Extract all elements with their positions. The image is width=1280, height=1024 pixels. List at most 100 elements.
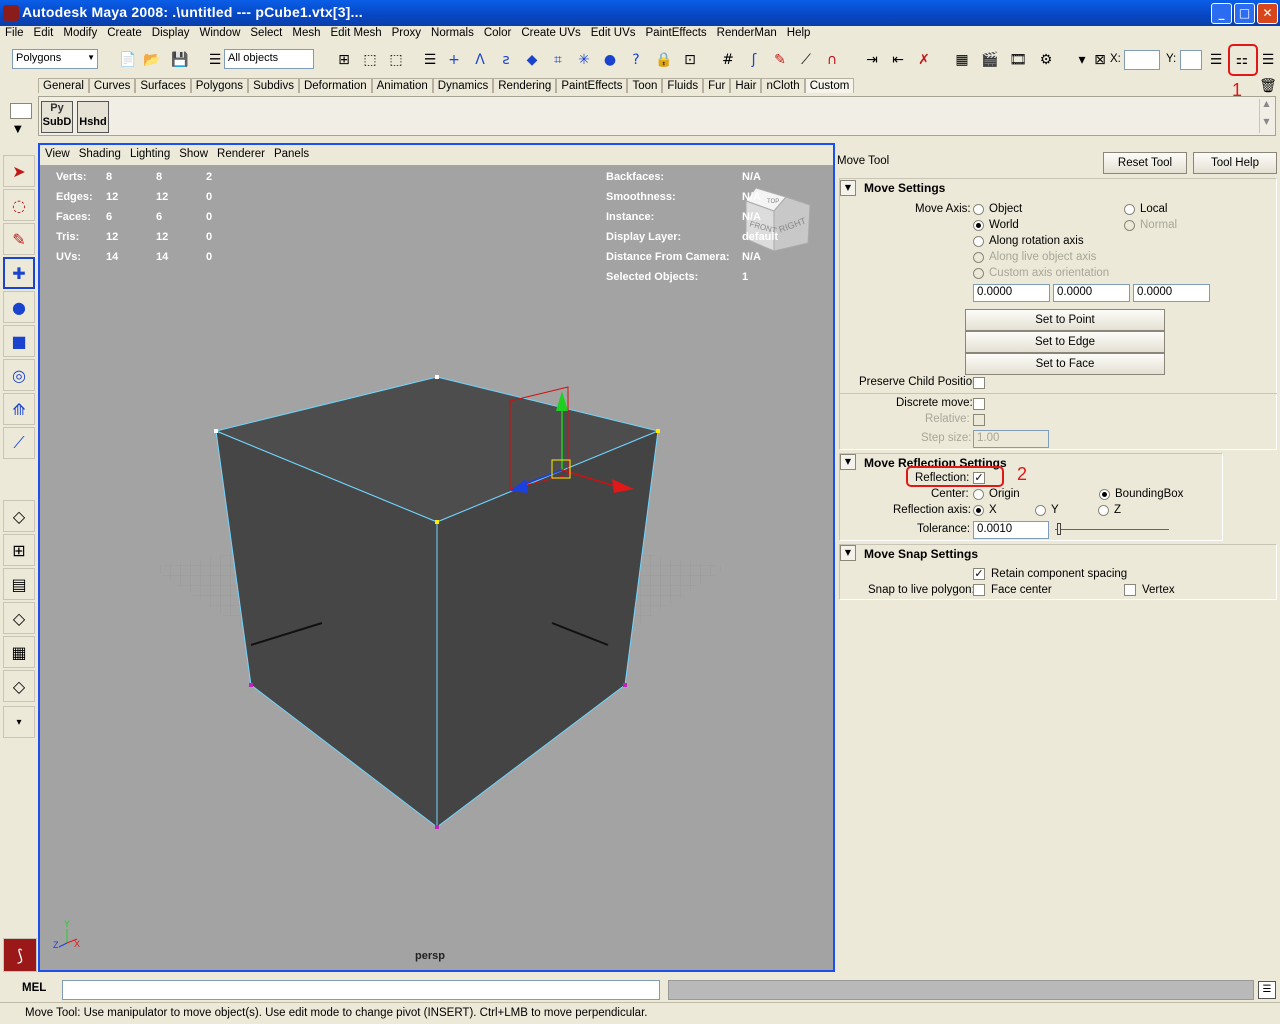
render-mask-icon[interactable]: ● bbox=[600, 50, 620, 70]
discrete-move-checkbox[interactable] bbox=[973, 398, 985, 410]
hypershade-layout-icon[interactable]: ▦ bbox=[3, 636, 35, 668]
soft-modification-icon[interactable]: ⟰ bbox=[3, 393, 35, 425]
show-manipulator-icon[interactable]: ⟋ bbox=[3, 427, 35, 459]
radio-axis-z[interactable] bbox=[1098, 505, 1109, 516]
construction-history-icon[interactable]: ✗ bbox=[914, 50, 934, 70]
perspective-viewport[interactable]: View Shading Lighting Show Renderer Panels bbox=[38, 143, 835, 972]
save-scene-icon[interactable]: 💾 bbox=[170, 50, 190, 70]
shelf-options-icon[interactable] bbox=[10, 103, 32, 119]
x-input[interactable] bbox=[1124, 50, 1160, 70]
lasso-tool-icon[interactable]: ◌ bbox=[3, 189, 35, 221]
dynamics-mask-icon[interactable]: ✳ bbox=[574, 50, 594, 70]
set-to-face-button[interactable]: Set to Face bbox=[965, 353, 1165, 375]
command-input[interactable] bbox=[62, 980, 660, 1000]
menu-edit-uvs[interactable]: Edit UVs bbox=[586, 26, 641, 39]
radio-axis-x[interactable] bbox=[973, 505, 984, 516]
radio-custom-axis-orientation[interactable] bbox=[973, 268, 984, 279]
radio-world[interactable] bbox=[973, 220, 984, 231]
menu-create[interactable]: Create bbox=[102, 26, 147, 39]
menu-modify[interactable]: Modify bbox=[58, 26, 102, 39]
snap-grid-icon[interactable]: # bbox=[718, 50, 738, 70]
new-scene-icon[interactable]: 📄 bbox=[118, 50, 138, 70]
shelf-tab-deformation[interactable]: Deformation bbox=[298, 78, 372, 93]
shelf-tab-polygons[interactable]: Polygons bbox=[190, 78, 249, 93]
shelf-tab-animation[interactable]: Animation bbox=[371, 78, 433, 93]
select-object-icon[interactable]: ⬚ bbox=[360, 50, 380, 70]
preserve-child-checkbox[interactable] bbox=[973, 377, 985, 389]
move-tool-icon[interactable]: ✚ bbox=[3, 257, 35, 289]
snap-curve-icon[interactable]: ʃ bbox=[744, 50, 764, 70]
radio-axis-y[interactable] bbox=[1035, 505, 1046, 516]
shelf-tab-general[interactable]: General bbox=[38, 78, 89, 93]
layout-menu-icon[interactable]: ▾ bbox=[3, 706, 35, 738]
input-ops-icon[interactable]: ⇥ bbox=[862, 50, 882, 70]
channel-box-icon[interactable]: ☰ bbox=[1258, 50, 1278, 70]
collapse-triangle-icon[interactable]: ▼ bbox=[840, 545, 856, 561]
shelf-button-subd[interactable]: Py SubD bbox=[41, 101, 73, 133]
shelf-tab-custom[interactable]: Custom bbox=[804, 78, 855, 93]
shelf-tab-subdivs[interactable]: Subdivs bbox=[248, 78, 299, 93]
universal-manipulator-icon[interactable]: ◎ bbox=[3, 359, 35, 391]
menu-edit-mesh[interactable]: Edit Mesh bbox=[325, 26, 386, 39]
paint-select-tool-icon[interactable]: ✎ bbox=[3, 223, 35, 255]
axis-value-y-input[interactable]: 0.0000 bbox=[1053, 284, 1130, 302]
trash-icon[interactable]: 🗑 bbox=[1258, 76, 1278, 96]
curve-mask-icon[interactable]: ƨ bbox=[496, 50, 516, 70]
input-field-mode-icon[interactable]: ▾ bbox=[1072, 50, 1092, 70]
menu-window[interactable]: Window bbox=[194, 26, 245, 39]
vertex-mask-icon[interactable]: + bbox=[444, 50, 464, 70]
vertex-handle[interactable] bbox=[249, 683, 253, 687]
collapse-triangle-icon[interactable]: ▼ bbox=[840, 454, 856, 470]
menu-edit[interactable]: Edit bbox=[29, 26, 59, 39]
axis-value-z-input[interactable]: 0.0000 bbox=[1133, 284, 1210, 302]
set-to-edge-button[interactable]: Set to Edge bbox=[965, 331, 1165, 353]
menu-proxy[interactable]: Proxy bbox=[387, 26, 426, 39]
relative-checkbox[interactable] bbox=[973, 414, 985, 426]
selection-mode-icon[interactable]: ☰ bbox=[205, 50, 225, 70]
misc-mask-icon[interactable]: ? bbox=[626, 50, 646, 70]
y-input[interactable] bbox=[1180, 50, 1202, 70]
shelf-tab-fur[interactable]: Fur bbox=[703, 78, 731, 93]
select-tool-icon[interactable]: ➤ bbox=[3, 155, 35, 187]
menu-select[interactable]: Select bbox=[245, 26, 287, 39]
ipr-render-icon[interactable]: 🎞 bbox=[1008, 50, 1028, 70]
menu-create-uvs[interactable]: Create UVs bbox=[516, 26, 585, 39]
radio-local[interactable] bbox=[1124, 204, 1135, 215]
shelf-tab-toon[interactable]: Toon bbox=[627, 78, 663, 93]
retain-spacing-checkbox[interactable]: ✓ bbox=[973, 568, 985, 580]
face-center-checkbox[interactable] bbox=[973, 584, 985, 596]
menu-renderman[interactable]: RenderMan bbox=[712, 26, 782, 39]
surface-mask-icon[interactable]: ◆ bbox=[522, 50, 542, 70]
snap-point-icon[interactable]: ✎ bbox=[770, 50, 790, 70]
collapse-triangle-icon[interactable]: ▼ bbox=[840, 180, 856, 196]
tolerance-slider-handle[interactable] bbox=[1057, 523, 1061, 535]
vertex-handle[interactable] bbox=[435, 375, 439, 379]
step-size-input[interactable]: 1.00 bbox=[973, 430, 1049, 448]
render-settings-icon[interactable]: ⚙ bbox=[1036, 50, 1056, 70]
edge-mask-icon[interactable]: ᐱ bbox=[470, 50, 490, 70]
radio-center-boundingbox[interactable] bbox=[1099, 489, 1110, 500]
shelf-tab-rendering[interactable]: Rendering bbox=[493, 78, 557, 93]
pick-mask-icon[interactable]: ☰ bbox=[420, 50, 440, 70]
radio-center-origin[interactable] bbox=[973, 489, 984, 500]
menu-display[interactable]: Display bbox=[147, 26, 195, 39]
vertex-checkbox[interactable] bbox=[1124, 584, 1136, 596]
radio-along-live-object-axis[interactable] bbox=[973, 252, 984, 263]
render-frame-icon[interactable]: 🎬 bbox=[980, 50, 1000, 70]
snap-view-plane-icon[interactable]: ⟋ bbox=[796, 50, 816, 70]
deform-mask-icon[interactable]: ⌗ bbox=[548, 50, 568, 70]
menu-help[interactable]: Help bbox=[782, 26, 816, 39]
vertex-handle[interactable] bbox=[435, 825, 439, 829]
minimize-button[interactable]: _ bbox=[1211, 3, 1232, 24]
tool-help-button[interactable]: Tool Help bbox=[1193, 152, 1277, 174]
shelf-tab-dynamics[interactable]: Dynamics bbox=[432, 78, 494, 93]
maximize-button[interactable]: □ bbox=[1234, 3, 1255, 24]
menu-color[interactable]: Color bbox=[479, 26, 516, 39]
persp-outliner-layout-icon[interactable]: ▤ bbox=[3, 568, 35, 600]
select-hierarchy-icon[interactable]: ⊞ bbox=[334, 50, 354, 70]
highlight-selection-icon[interactable]: ⊡ bbox=[680, 50, 700, 70]
menu-mesh[interactable]: Mesh bbox=[287, 26, 325, 39]
shelf-tab-fluids[interactable]: Fluids bbox=[662, 78, 704, 93]
shelf-tab-surfaces[interactable]: Surfaces bbox=[135, 78, 191, 93]
radio-object[interactable] bbox=[973, 204, 984, 215]
